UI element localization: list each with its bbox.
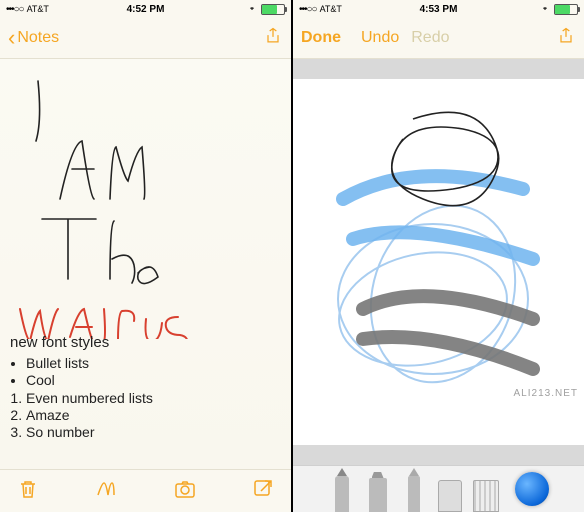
camera-button[interactable]: [173, 477, 197, 506]
battery-icon: [261, 4, 285, 15]
typed-note-text: new font styles Bullet lists Cool Even n…: [10, 334, 281, 441]
signal-dots: •••○○: [6, 4, 24, 15]
list-item: Amaze: [26, 407, 281, 423]
chevron-left-icon: ‹: [8, 27, 15, 49]
canvas-gutter-bottom: [293, 445, 584, 465]
drawing-canvas[interactable]: ALI213.NET: [293, 79, 584, 445]
trash-button[interactable]: [16, 477, 40, 506]
drawing-toolbar: [293, 465, 584, 512]
eraser-tool[interactable]: [437, 472, 463, 512]
list-item: Cool: [26, 372, 281, 388]
status-bar: •••○○ AT&T 4:53 PM ᛭: [293, 0, 584, 18]
scribble-sketch: [293, 79, 584, 439]
bluetooth-icon: ᛭: [249, 4, 255, 15]
watermark: ALI213.NET: [514, 388, 578, 399]
carrier-label: AT&T: [320, 4, 342, 14]
undo-button[interactable]: Undo: [361, 29, 399, 47]
numbered-list: Even numbered lists Amaze So number: [26, 390, 281, 440]
signal-dots: •••○○: [299, 4, 317, 15]
nav-bar: ‹ Notes: [0, 18, 291, 59]
status-bar: •••○○ AT&T 4:52 PM ᛭: [0, 0, 291, 18]
redo-button: Redo: [411, 29, 449, 47]
bullet-list: Bullet lists Cool: [26, 355, 281, 388]
marker-tool[interactable]: [365, 472, 391, 512]
list-item: So number: [26, 424, 281, 440]
color-picker-button[interactable]: [515, 472, 549, 506]
nav-bar: Done Undo Redo: [293, 18, 584, 59]
ruler-tool[interactable]: [473, 472, 499, 512]
pen-tool[interactable]: [329, 472, 355, 512]
battery-icon: [554, 4, 578, 15]
note-body[interactable]: new font styles Bullet lists Cool Even n…: [0, 59, 291, 469]
done-button[interactable]: Done: [301, 29, 341, 47]
bluetooth-icon: ᛭: [542, 4, 548, 15]
share-button[interactable]: [263, 24, 283, 53]
pencil-tool[interactable]: [401, 472, 427, 512]
compose-button[interactable]: [251, 477, 275, 506]
drawing-view-screen: •••○○ AT&T 4:53 PM ᛭ Done Undo Redo: [292, 0, 584, 512]
canvas-gutter-top: [293, 59, 584, 79]
list-item: Bullet lists: [26, 355, 281, 371]
back-button[interactable]: ‹ Notes: [8, 27, 59, 49]
back-label: Notes: [17, 29, 59, 47]
share-button[interactable]: [556, 24, 576, 53]
list-item: Even numbered lists: [26, 390, 281, 406]
sketch-button[interactable]: [94, 477, 118, 506]
note-title: new font styles: [10, 334, 281, 351]
clock: 4:52 PM: [127, 4, 165, 15]
carrier-label: AT&T: [27, 4, 49, 14]
notes-view-screen: •••○○ AT&T 4:52 PM ᛭ ‹ Notes: [0, 0, 292, 512]
handwriting-sketch: [0, 59, 291, 339]
clock: 4:53 PM: [420, 4, 458, 15]
bottom-toolbar: [0, 469, 291, 512]
